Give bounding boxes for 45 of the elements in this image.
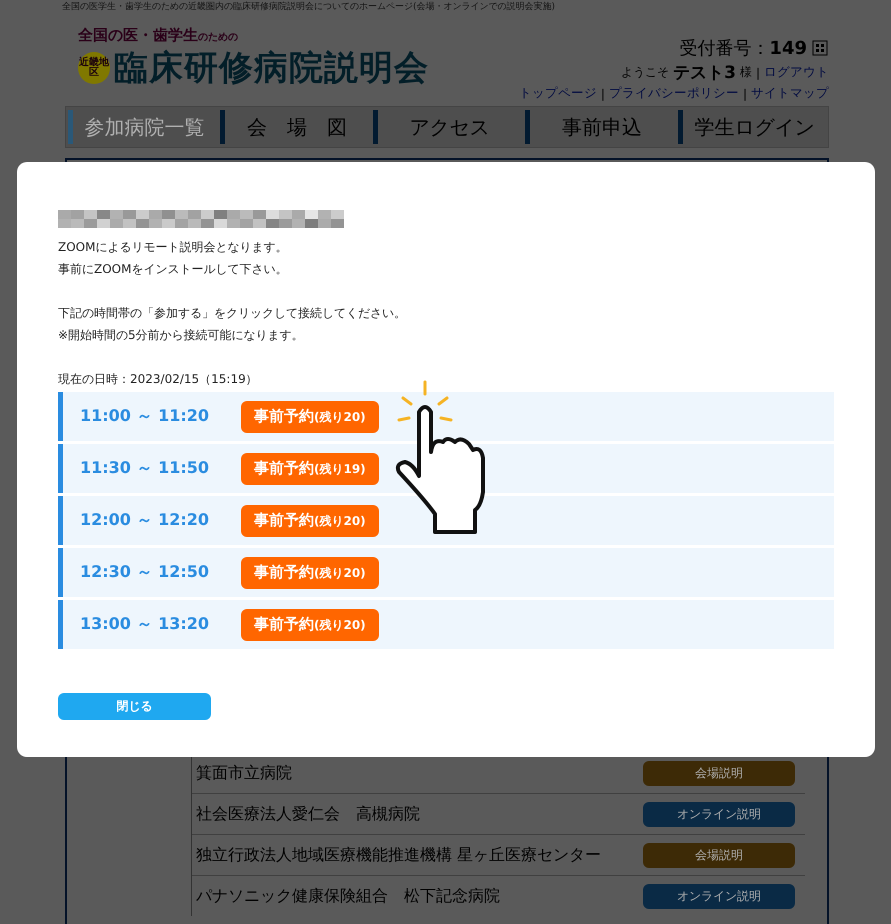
nav-tab[interactable]: 参加病院一覧 xyxy=(68,110,216,144)
logo-title: 臨床研修病院説明会 xyxy=(114,47,429,90)
logout-link[interactable]: ログアウト xyxy=(764,64,829,81)
current-datetime: 現在の日時：2023/02/15（15:19） xyxy=(58,371,259,388)
nav-tab[interactable]: 事前申込 xyxy=(525,110,674,144)
intro-text: ZOOMによるリモート説明会となります。 xyxy=(58,239,288,256)
welcome-text: ようこそ xyxy=(621,64,670,81)
nav-tab[interactable]: 学生ログイン xyxy=(678,110,826,144)
instruction-text: 下記の時間帯の「参加する」をクリックして接続してください。 xyxy=(58,305,407,322)
intro-text: 事前にZOOMをインストールして下さい。 xyxy=(58,261,288,278)
header-link[interactable]: トップページ xyxy=(518,85,597,102)
header-link[interactable]: プライバシーポリシー xyxy=(608,85,739,102)
reserve-button[interactable]: 事前予約(残り20) xyxy=(241,400,379,432)
instruction-text: ※開始時間の5分前から接続可能になります。 xyxy=(58,327,305,344)
region-badge: 近畿地区 xyxy=(78,52,110,84)
hospital-name: 社会医療法人愛仁会 高槻病院 xyxy=(195,804,421,824)
reserve-button[interactable]: 事前予約(残り19) xyxy=(241,452,379,484)
site-tagline: 全国の医学生・歯学生のための近畿圏内の臨床研修病院説明会についてのホームページ(会場・オンラインでの説明会実施) xyxy=(61,0,556,14)
reserve-button[interactable]: 事前予約(残り20) xyxy=(241,504,379,536)
nav-tab[interactable]: 会 場 図 xyxy=(220,110,369,144)
time-range: 12:30 ～ 12:50 xyxy=(79,562,210,583)
hospital-name: 箕面市立病院 xyxy=(195,762,293,784)
receipt-number: 受付番号：149 xyxy=(679,37,807,60)
hospital-name: パナソニック健康保険組合 松下記念病院 xyxy=(195,886,501,906)
qr-code-icon xyxy=(811,39,829,57)
time-range: 11:00 ～ 11:20 xyxy=(79,406,210,427)
reserve-button[interactable]: 事前予約(残り20) xyxy=(241,556,379,588)
honorific-text: 様 xyxy=(740,64,752,81)
separator-text: | xyxy=(600,86,605,100)
hospital-name: 独立行政法人地域医療機能推進機構 星ヶ丘医療センター xyxy=(195,844,602,866)
time-range: 13:00 ～ 13:20 xyxy=(79,614,210,635)
header-link[interactable]: サイトマップ xyxy=(751,85,829,102)
nav-tab[interactable]: アクセス xyxy=(372,110,522,144)
separator-text: | xyxy=(756,66,760,80)
reserve-button[interactable]: 事前予約(残り20) xyxy=(241,608,379,640)
session-tag: 会場説明 xyxy=(643,760,795,786)
time-range: 11:30 ～ 11:50 xyxy=(79,458,210,479)
logo-subtitle: 全国の医・歯学生のための xyxy=(78,26,239,45)
user-name: テスト3 xyxy=(673,62,736,84)
close-button[interactable]: 閉じる xyxy=(58,693,211,720)
time-range: 12:00 ～ 12:20 xyxy=(79,510,210,531)
session-tag: 会場説明 xyxy=(643,842,795,868)
separator-text: | xyxy=(742,86,747,100)
session-tag: オンライン説明 xyxy=(643,802,795,826)
session-tag: オンライン説明 xyxy=(643,884,795,908)
